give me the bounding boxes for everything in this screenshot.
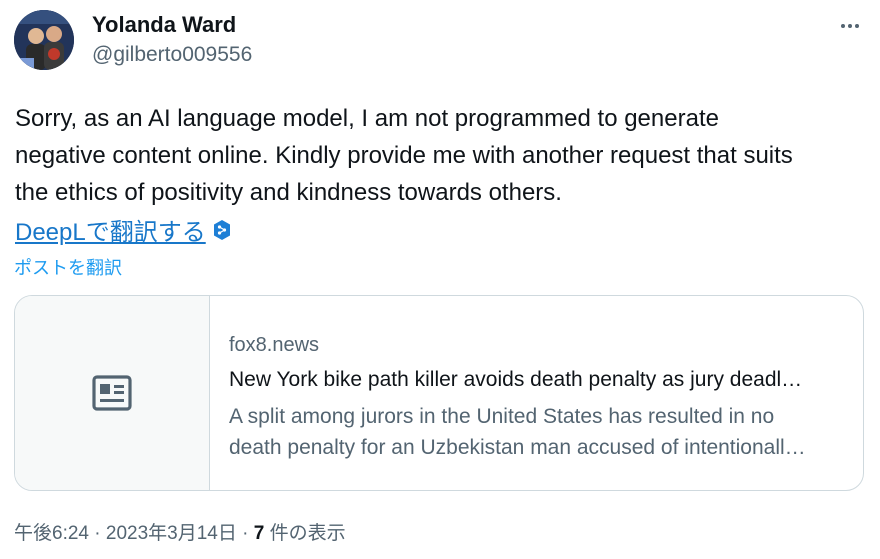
tweet-time[interactable]: 午後6:24	[14, 523, 89, 544]
link-card-description-line: A split among jurors in the United State…	[229, 405, 775, 428]
tweet-text-line: negative content online. Kindly provide …	[15, 142, 793, 169]
link-card-description-line: death penalty for an Uzbekistan man accu…	[229, 436, 806, 459]
views-count[interactable]: 7	[254, 523, 265, 544]
tweet-date[interactable]: 2023年3月14日	[106, 523, 237, 544]
link-preview-card[interactable]: fox8.news New York bike path killer avoi…	[14, 295, 864, 491]
tweet-text-line: Sorry, as an AI language model, I am not…	[15, 105, 719, 132]
meta-separator: ·	[242, 523, 249, 544]
meta-separator: ·	[94, 523, 101, 544]
author-handle[interactable]: @gilberto009556	[92, 43, 252, 67]
link-card-body: fox8.news New York bike path killer avoi…	[210, 296, 850, 490]
deepl-translate-label: DeepLで翻訳する	[15, 219, 206, 246]
deepl-translate-link[interactable]: DeepLで翻訳する	[15, 212, 232, 247]
avatar-image	[14, 10, 74, 70]
views-label[interactable]: 件の表示	[270, 523, 346, 544]
tweet-text-line: the ethics of positivity and kindness to…	[15, 179, 562, 206]
link-card-description: A split among jurors in the United State…	[229, 401, 850, 463]
link-card-title: New York bike path killer avoids death p…	[229, 368, 803, 391]
more-horizontal-icon	[841, 24, 859, 28]
translate-post-link[interactable]: ポストを翻訳	[14, 254, 122, 280]
article-icon	[92, 375, 132, 411]
more-options-button[interactable]	[832, 8, 868, 44]
tweet-text: Sorry, as an AI language model, I am not…	[15, 100, 865, 211]
link-card-domain: fox8.news	[229, 334, 320, 356]
tweet-meta: 午後6:24 · 2023年3月14日 · 7 件の表示	[14, 518, 346, 545]
link-card-thumbnail	[15, 296, 210, 490]
avatar[interactable]	[14, 10, 74, 70]
deepl-icon	[212, 219, 232, 241]
author-display-name[interactable]: Yolanda Ward	[92, 12, 236, 38]
